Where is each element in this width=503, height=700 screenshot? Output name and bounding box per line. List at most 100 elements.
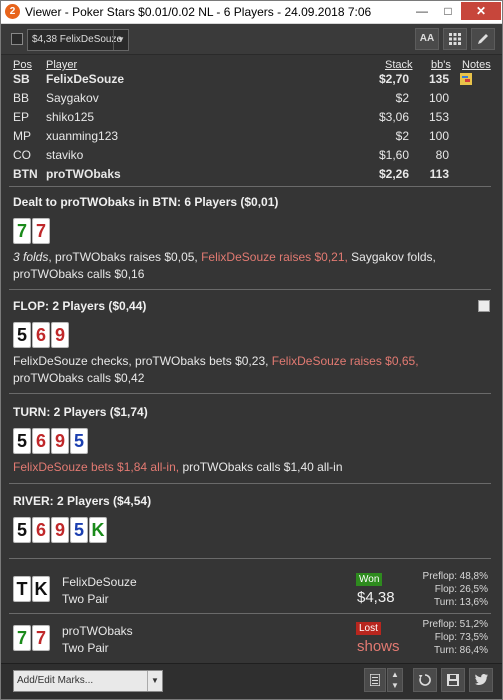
- header-bbs: bb's: [431, 59, 451, 71]
- row-player: staviko: [46, 148, 84, 162]
- row-pos: MP: [13, 129, 31, 143]
- row-player: xuanming123: [46, 129, 119, 143]
- row-pos: CO: [13, 148, 31, 162]
- card: 9: [51, 517, 69, 543]
- equity-turn: 13,6%: [459, 597, 488, 608]
- header-player: Player: [46, 59, 78, 71]
- card: 6: [32, 428, 50, 454]
- hand-content: Pos Player Stack bb's Notes SB FelixDeSo…: [1, 55, 502, 663]
- equity-preflop: 48,8%: [459, 571, 488, 582]
- player-row[interactable]: MP xuanming123 $2 100: [1, 129, 502, 147]
- card: 7: [13, 218, 31, 244]
- divider: [9, 558, 491, 559]
- row-player: shiko125: [46, 110, 95, 124]
- font-size-button[interactable]: AA: [415, 28, 439, 50]
- row-bbs: 80: [435, 148, 449, 162]
- player-row[interactable]: SB FelixDeSouze $2,70 135: [1, 72, 502, 90]
- player-row[interactable]: CO staviko $1,60 80: [1, 148, 502, 166]
- turn-actions: FelixDeSouze bets $1,84 all-in, proTWOba…: [13, 459, 491, 476]
- divider: [9, 186, 491, 187]
- river-heading: RIVER: 2 Players ($4,54): [13, 494, 152, 508]
- twitter-button[interactable]: [469, 668, 493, 692]
- chevron-down-icon: ▼: [147, 671, 162, 691]
- action-text: Saygakov folds,: [351, 250, 436, 264]
- spinner-button[interactable]: ▲ ▼: [387, 668, 403, 692]
- equity-flop: 26,5%: [459, 584, 488, 595]
- refresh-icon: [419, 674, 431, 686]
- row-stack: $2: [395, 91, 409, 105]
- player-select[interactable]: $4,38 FelixDeSouze ▼: [27, 29, 129, 51]
- turn-cards: 5 6 9 5: [13, 428, 93, 454]
- row-stack: $2: [395, 129, 409, 143]
- edit-button[interactable]: [471, 28, 495, 50]
- equity-label: Flop:: [434, 632, 457, 643]
- preflop-heading: Dealt to proTWObaks in BTN: 6 Players ($…: [13, 195, 279, 209]
- action-text: FelixDeSouze raises $0,21,: [201, 250, 352, 264]
- action-text: proTWObaks calls $0,42: [13, 371, 145, 385]
- card: 5: [13, 517, 31, 543]
- row-stack: $1,60: [378, 148, 409, 162]
- player-row[interactable]: BTN proTWObaks $2,26 113: [1, 167, 502, 185]
- equity-turn: 86,4%: [459, 645, 488, 656]
- hole-cards: 7 7: [13, 218, 53, 244]
- note-icon[interactable]: [460, 73, 472, 88]
- row-bbs: 135: [428, 72, 449, 86]
- marks-dropdown[interactable]: Add/Edit Marks... ▼: [13, 670, 163, 692]
- app-icon: 2: [5, 4, 20, 19]
- showdown-player-name: proTWObaks: [62, 624, 133, 638]
- flop-heading: FLOP: 2 Players ($0,44): [13, 299, 147, 313]
- spinner-down-icon: ▼: [391, 681, 399, 690]
- player-row[interactable]: EP shiko125 $3,06 153: [1, 110, 502, 128]
- flop-cards: 5 6 9: [13, 322, 73, 348]
- action-text: proTWObaks calls $0,16: [13, 267, 145, 281]
- close-button[interactable]: ✕: [461, 2, 501, 20]
- twitter-icon: [474, 674, 488, 685]
- minimize-button[interactable]: —: [409, 2, 435, 20]
- card: 6: [32, 322, 50, 348]
- refresh-button[interactable]: [413, 668, 437, 692]
- action-text: , proTWObaks raises $0,05,: [48, 250, 202, 264]
- showdown-cards: T K: [13, 576, 53, 602]
- action-text: 3 folds: [13, 250, 49, 264]
- row-bbs: 153: [428, 110, 449, 124]
- card: T: [13, 576, 31, 602]
- row-pos: EP: [13, 110, 30, 124]
- row-pos: BTN: [13, 167, 38, 181]
- note-toggle-icon[interactable]: [478, 300, 490, 312]
- showdown-player-name: FelixDeSouze: [62, 575, 137, 589]
- result-badge: Won: [356, 573, 383, 586]
- header-pos: Pos: [13, 59, 32, 71]
- bottom-toolbar: Add/Edit Marks... ▼ ▲ ▼: [1, 663, 502, 699]
- save-button[interactable]: [441, 668, 465, 692]
- row-pos: BB: [13, 91, 30, 105]
- equity-label: Turn:: [434, 645, 457, 656]
- notes-list-button[interactable]: [364, 668, 386, 692]
- turn-heading: TURN: 2 Players ($1,74): [13, 405, 148, 419]
- player-row[interactable]: BB Saygakov $2 100: [1, 91, 502, 109]
- card: K: [32, 576, 50, 602]
- card: 5: [70, 517, 88, 543]
- card: 7: [13, 625, 31, 651]
- card: 5: [13, 428, 31, 454]
- row-bbs: 100: [428, 91, 449, 105]
- result-amount: $4,38: [357, 589, 395, 606]
- card: 5: [70, 428, 88, 454]
- result-amount: shows: [357, 638, 400, 655]
- equity-label: Turn:: [434, 597, 457, 608]
- row-stack: $2,70: [378, 72, 409, 86]
- action-text: FelixDeSouze bets $1,84 all-in,: [13, 460, 183, 474]
- select-checkbox[interactable]: [11, 33, 23, 45]
- maximize-button[interactable]: □: [435, 2, 461, 20]
- pencil-icon: [478, 34, 488, 44]
- row-player: Saygakov: [46, 91, 99, 105]
- list-icon: [369, 673, 381, 687]
- grid-icon: [449, 33, 461, 45]
- divider: [9, 483, 491, 484]
- row-player: proTWObaks: [46, 167, 121, 181]
- grid-button[interactable]: [443, 28, 467, 50]
- equity-label: Preflop:: [422, 619, 457, 630]
- action-text: proTWObaks calls $1,40 all-in: [182, 460, 343, 474]
- showdown-cards: 7 7: [13, 625, 53, 651]
- showdown-hand: Two Pair: [62, 592, 109, 606]
- viewer-window: 2 Viewer - Poker Stars $0.01/0.02 NL - 6…: [0, 0, 503, 700]
